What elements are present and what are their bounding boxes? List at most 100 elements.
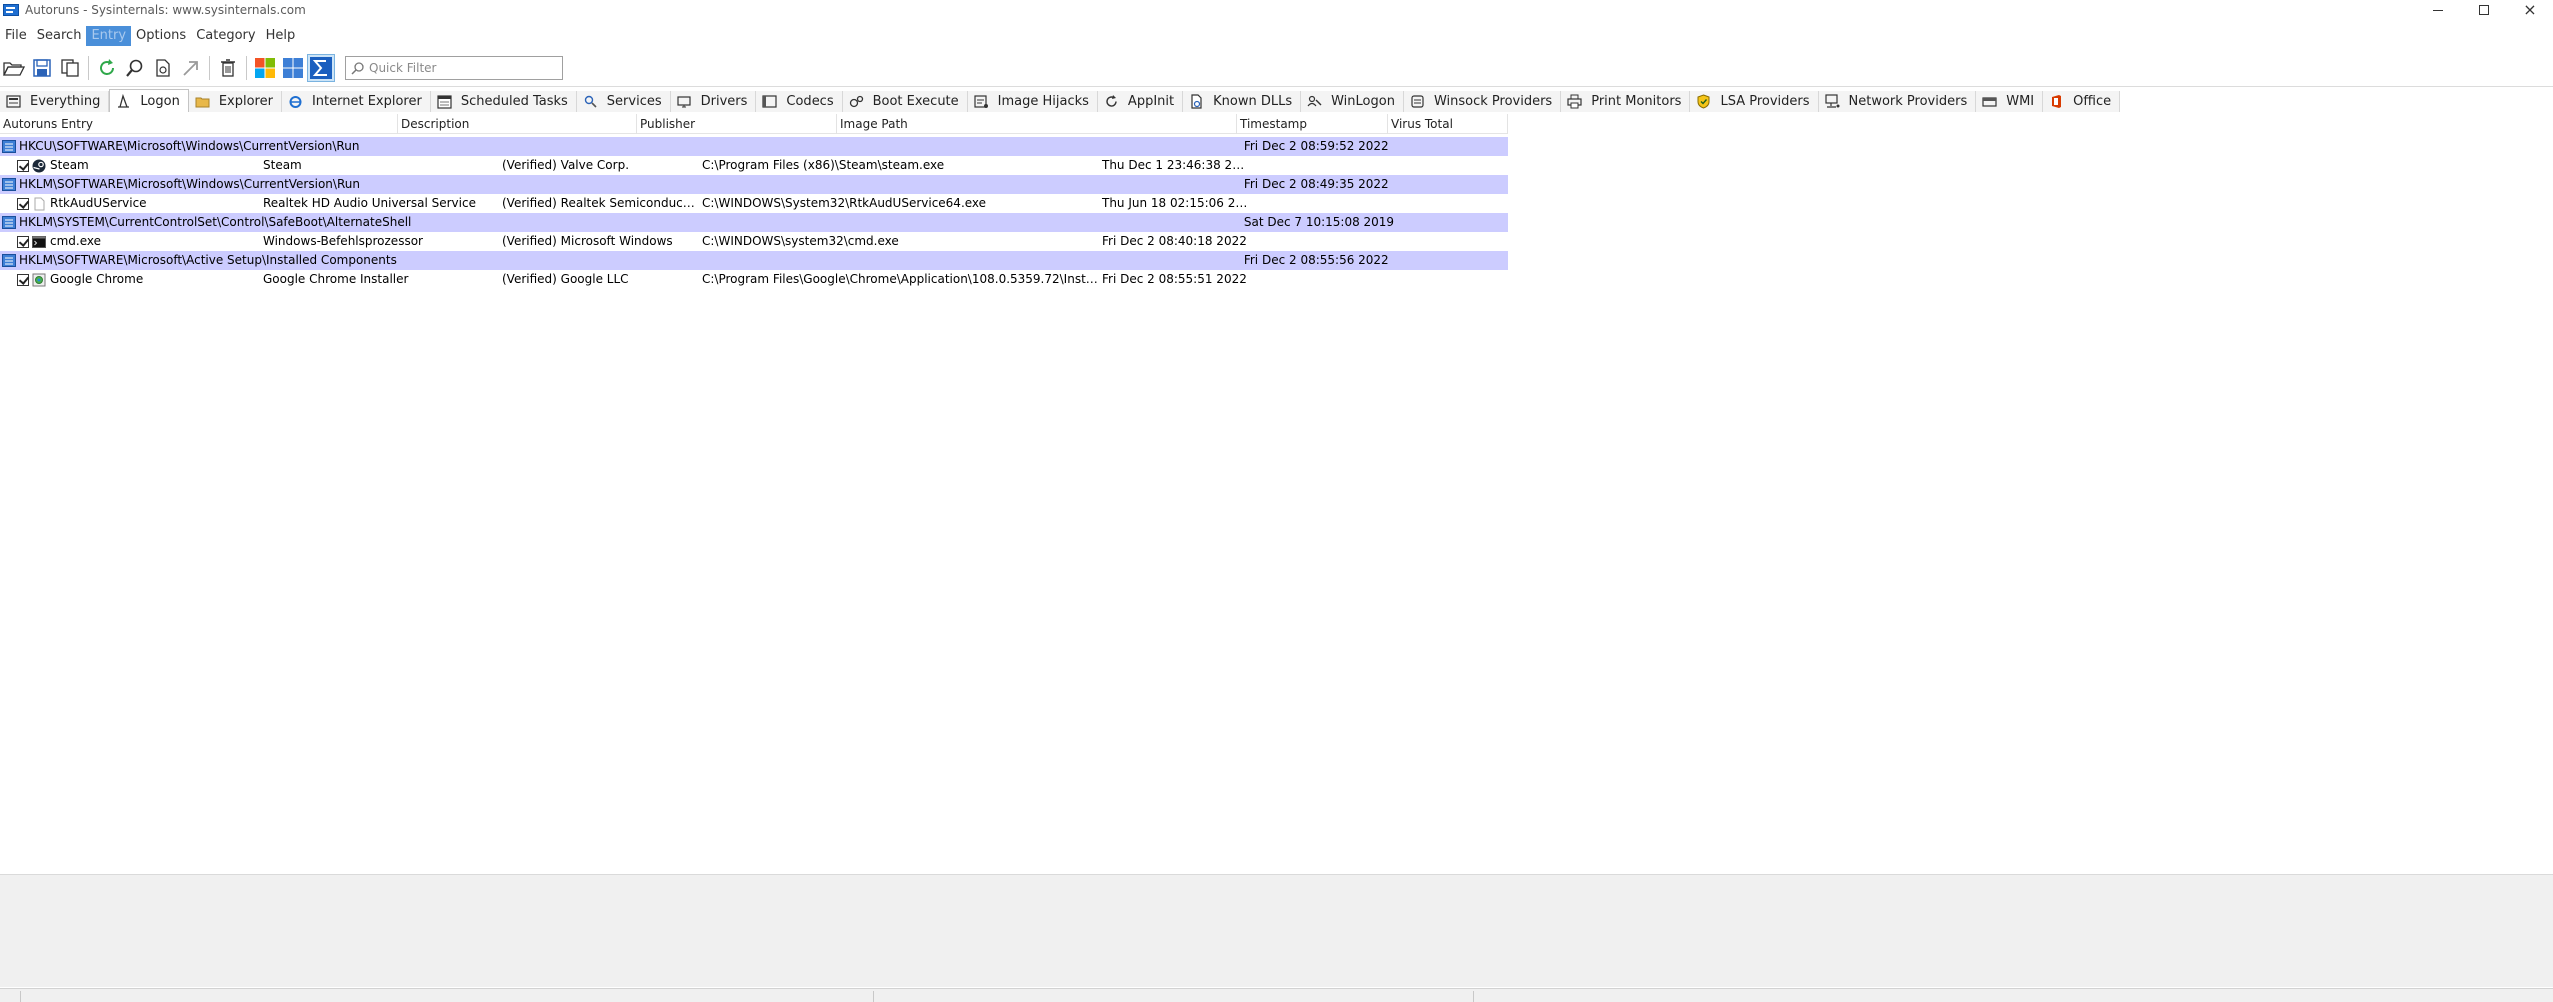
registry-key-row[interactable]: HKLM\SYSTEM\CurrentControlSet\Control\Sa… [0, 213, 1508, 232]
drivers-icon [677, 94, 692, 109]
entry-name: cmd.exe [50, 234, 102, 248]
autorun-entry-row[interactable]: Google Chrome Google Chrome Installer (V… [0, 270, 1508, 289]
registry-key-timestamp: Sat Dec 7 10:15:08 2019 [1243, 215, 1395, 229]
tab-internet-explorer[interactable]: Internet Explorer [281, 91, 431, 112]
column-image-path[interactable]: Image Path [837, 114, 1237, 134]
registry-key-row[interactable]: HKCU\SOFTWARE\Microsoft\Windows\CurrentV… [0, 137, 1508, 156]
enable-checkbox[interactable] [17, 159, 29, 172]
menu-search[interactable]: Search [32, 26, 87, 46]
toolbar [0, 53, 2553, 83]
tab-services[interactable]: Services [576, 91, 671, 112]
tab-label: Explorer [218, 94, 273, 109]
maximize-button[interactable] [2461, 0, 2507, 20]
tab-print-monitors[interactable]: Print Monitors [1561, 91, 1691, 112]
autoruns-app-icon [3, 3, 19, 17]
entry-description: Realtek HD Audio Universal Service [263, 196, 476, 210]
delete-icon [221, 59, 235, 77]
tab-drivers[interactable]: Drivers [670, 91, 757, 112]
menu-bar: File Search Entry Options Category Help [0, 26, 300, 46]
registry-key-icon [2, 140, 16, 153]
tab-boot-execute[interactable]: Boot Execute [842, 91, 968, 112]
copy-icon [61, 59, 79, 77]
menu-options[interactable]: Options [131, 26, 191, 46]
jump-icon [183, 61, 198, 76]
entry-name: Steam [50, 158, 89, 172]
network-providers-icon [1824, 94, 1840, 109]
tab-scheduled-tasks[interactable]: Scheduled Tasks [430, 91, 577, 112]
column-timestamp[interactable]: Timestamp [1237, 114, 1388, 134]
autorun-entry-row[interactable]: Steam Steam (Verified) Valve Corp. C:\Pr… [0, 156, 1508, 175]
tab-label: Boot Execute [872, 94, 959, 109]
registry-key-timestamp: Fri Dec 2 08:49:35 2022 [1243, 177, 1389, 191]
tab-label: Winsock Providers [1433, 94, 1553, 109]
tab-wmi[interactable]: WMI [1976, 91, 2044, 112]
minimize-icon [2433, 9, 2443, 11]
properties-button[interactable] [149, 54, 177, 82]
blank-file-icon [32, 197, 46, 211]
menu-help[interactable]: Help [261, 26, 301, 46]
save-button[interactable] [28, 54, 56, 82]
tab-image-hijacks[interactable]: Image Hijacks [967, 91, 1098, 112]
find-button[interactable] [121, 54, 149, 82]
toolbar-divider [0, 86, 2553, 87]
microsoft-filter-icon [255, 58, 275, 78]
registry-key-timestamp: Fri Dec 2 08:59:52 2022 [1243, 139, 1389, 153]
office-icon [2049, 94, 2064, 109]
column-description[interactable]: Description [398, 114, 637, 134]
autorun-entry-row[interactable]: cmd.exe Windows-Befehlsprozessor (Verifi… [0, 232, 1508, 251]
tab-codecs[interactable]: Codecs [756, 91, 843, 112]
quick-filter-box[interactable] [345, 56, 563, 80]
enable-checkbox[interactable] [17, 235, 29, 248]
virustotal-sum-button[interactable] [307, 54, 335, 82]
column-virus-total[interactable]: Virus Total [1388, 114, 1508, 134]
window-title: Autoruns - Sysinternals: www.sysinternal… [25, 3, 306, 17]
menu-entry[interactable]: Entry [86, 26, 132, 46]
entry-description: Steam [263, 158, 302, 172]
tab-office[interactable]: Office [2043, 91, 2121, 112]
tab-winsock-providers[interactable]: Winsock Providers [1403, 91, 1562, 112]
column-publisher[interactable]: Publisher [637, 114, 837, 134]
tab-network-providers[interactable]: Network Providers [1818, 91, 1977, 112]
close-button[interactable]: × [2507, 0, 2553, 20]
autoruns-list: HKCU\SOFTWARE\Microsoft\Windows\CurrentV… [0, 137, 1508, 289]
explorer-icon [195, 94, 210, 109]
tab-logon[interactable]: Logon [109, 89, 189, 112]
refresh-button[interactable] [93, 54, 121, 82]
tab-lsa-providers[interactable]: LSA Providers [1690, 91, 1819, 112]
copy-button[interactable] [56, 54, 84, 82]
registry-key-row[interactable]: HKLM\SOFTWARE\Microsoft\Windows\CurrentV… [0, 175, 1508, 194]
tab-appinit[interactable]: AppInit [1097, 91, 1184, 112]
open-button[interactable] [0, 54, 28, 82]
delete-button[interactable] [214, 54, 242, 82]
codecs-icon [762, 94, 778, 109]
internet-explorer-icon [288, 94, 303, 109]
tab-label: Network Providers [1848, 94, 1968, 109]
hide-windows-entries-button[interactable] [279, 54, 307, 82]
autorun-entry-row[interactable]: RtkAudUService Realtek HD Audio Universa… [0, 194, 1508, 213]
everything-icon [6, 94, 21, 109]
status-bar [0, 988, 2553, 1002]
toolbar-separator [88, 56, 89, 80]
entry-image-path: C:\WINDOWS\System32\RtkAudUService64.exe [702, 196, 987, 210]
refresh-icon [100, 59, 114, 75]
entry-timestamp: Fri Dec 2 08:40:18 2022 [1102, 234, 1247, 248]
column-autoruns-entry[interactable]: Autoruns Entry [0, 114, 398, 134]
enable-checkbox[interactable] [17, 197, 29, 210]
tab-label: Services [606, 94, 662, 109]
tab-known-dlls[interactable]: Known DLLs [1183, 91, 1302, 112]
entry-publisher: (Verified) Microsoft Windows [502, 234, 673, 248]
entry-description: Windows-Befehlsprozessor [263, 234, 423, 248]
quick-filter-input[interactable] [369, 61, 549, 75]
tab-label: Office [2073, 94, 2112, 109]
enable-checkbox[interactable] [17, 273, 29, 286]
hide-microsoft-entries-button[interactable] [251, 54, 279, 82]
tab-explorer[interactable]: Explorer [188, 91, 282, 112]
jump-button[interactable] [177, 54, 205, 82]
tab-winlogon[interactable]: WinLogon [1301, 91, 1404, 112]
menu-category[interactable]: Category [191, 26, 260, 46]
minimize-button[interactable] [2415, 0, 2461, 20]
menu-file[interactable]: File [0, 26, 32, 46]
tab-everything[interactable]: Everything [0, 91, 110, 112]
wmi-icon [1982, 94, 1997, 109]
registry-key-row[interactable]: HKLM\SOFTWARE\Microsoft\Active Setup\Ins… [0, 251, 1508, 270]
